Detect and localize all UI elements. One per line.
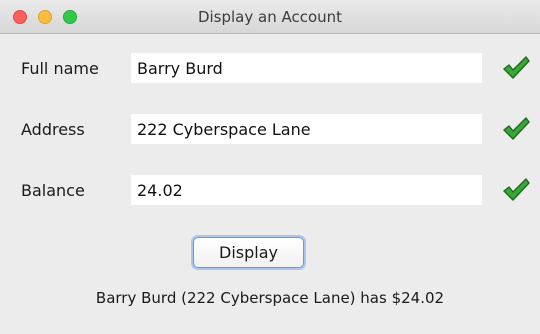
balance-field[interactable] xyxy=(131,175,482,205)
result-text: Barry Burd (222 Cyberspace Lane) has $24… xyxy=(95,289,445,307)
display-button[interactable]: Display xyxy=(193,237,304,268)
balance-label: Balance xyxy=(21,181,85,200)
checkmark-icon xyxy=(503,178,530,201)
address-label: Address xyxy=(21,120,85,139)
full-name-label: Full name xyxy=(21,59,99,78)
checkmark-icon xyxy=(503,117,530,140)
window-title: Display an Account xyxy=(197,8,343,26)
checkmark-icon xyxy=(503,56,530,79)
app-window: Display an Account Full name Address Bal… xyxy=(0,0,540,334)
address-field[interactable] xyxy=(131,114,482,144)
title-bar[interactable]: Display an Account xyxy=(0,0,540,34)
full-name-field[interactable] xyxy=(131,53,482,83)
